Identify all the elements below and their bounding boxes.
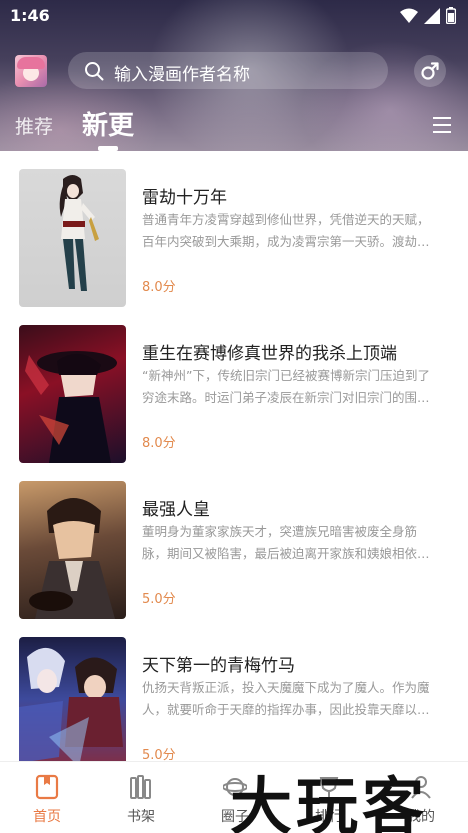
status-bar: 1:46 <box>0 0 468 32</box>
tab-recommend[interactable]: 推荐 <box>15 112 53 139</box>
comic-description: “新神州”下，传统旧宗门已经被赛博新宗门压迫到了穷途末路。时运门弟子凌辰在新宗门… <box>142 368 430 405</box>
signal-icon <box>424 7 440 24</box>
comic-score: 8.0分 <box>142 436 176 451</box>
status-time: 1:46 <box>10 6 50 25</box>
comic-title[interactable]: 重生在赛博修真世界的我杀上顶端 <box>142 339 397 364</box>
nav-label-home: 首页 <box>33 809 61 825</box>
comic-description: 董明身为董家家族天才，突遭族兄暗害被废全身筋脉，期间又被陷害，最后被迫离开家族和… <box>142 524 430 561</box>
comic-cover[interactable] <box>19 481 126 619</box>
cover-illustration <box>29 498 115 619</box>
comic-list: 雷劫十万年 普通青年方凌霄穿越到修仙世界，凭借逆天的天赋，百年内突破到大乘期，成… <box>0 151 468 761</box>
comic-title[interactable]: 天下第一的青梅竹马 <box>142 651 295 676</box>
cover-illustration <box>25 351 117 463</box>
gender-toggle-button[interactable] <box>414 55 446 87</box>
nav-label-bookshelf: 书架 <box>127 809 155 825</box>
search-bar[interactable]: 输入漫画作者名称 <box>68 52 388 89</box>
comic-description: 仇扬天背叛正派，投入天魔魔下成为了魔人。作为魔人，就要听命于天靡的指挥办事，因此… <box>142 680 430 717</box>
list-item[interactable]: 天下第一的青梅竹马 仇扬天背叛正派，投入天魔魔下成为了魔人。作为魔人，就要听命于… <box>0 619 468 761</box>
comic-cover[interactable] <box>19 637 126 761</box>
male-icon <box>421 62 439 80</box>
comic-description: 普通青年方凌霄穿越到修仙世界，凭借逆天的天赋，百年内突破到大乘期，成为凌霄宗第一… <box>142 212 430 249</box>
menu-icon[interactable] <box>433 117 451 133</box>
status-icons <box>400 7 456 24</box>
list-item[interactable]: 雷劫十万年 普通青年方凌霄穿越到修仙世界，凭借逆天的天赋，百年内突破到大乘期，成… <box>0 151 468 307</box>
search-icon <box>85 62 104 81</box>
comic-cover[interactable] <box>19 325 126 463</box>
nav-item-home[interactable]: 首页 <box>0 762 94 833</box>
battery-icon <box>446 7 456 24</box>
comic-title[interactable]: 雷劫十万年 <box>142 183 227 208</box>
comic-title[interactable]: 最强人皇 <box>142 495 210 520</box>
cover-illustration <box>19 647 123 761</box>
tab-new-updates[interactable]: 新更 <box>82 105 134 142</box>
cover-illustration <box>59 175 99 291</box>
comic-score: 5.0分 <box>142 592 176 607</box>
home-icon <box>35 774 59 800</box>
avatar[interactable] <box>15 55 47 87</box>
avatar-hair <box>17 57 45 69</box>
list-item[interactable]: 重生在赛博修真世界的我杀上顶端 “新神州”下，传统旧宗门已经被赛博新宗门压迫到了… <box>0 307 468 463</box>
comic-score: 5.0分 <box>142 748 176 761</box>
list-item[interactable]: 最强人皇 董明身为董家家族天才，突遭族兄暗害被废全身筋脉，期间又被陷害，最后被迫… <box>0 463 468 619</box>
header: 1:46 输入漫画作者名称 推荐 新更 <box>0 0 468 151</box>
wifi-icon <box>400 8 418 23</box>
comic-cover[interactable] <box>19 169 126 307</box>
nav-item-bookshelf[interactable]: 书架 <box>94 762 188 833</box>
bottom-navigation: 首页 书架 圈子 排行 我的 大玩客 <box>0 761 468 833</box>
search-placeholder[interactable]: 输入漫画作者名称 <box>114 60 250 85</box>
bookshelf-icon <box>130 775 151 799</box>
comic-score: 8.0分 <box>142 280 176 295</box>
watermark: 大玩客 <box>230 770 429 833</box>
